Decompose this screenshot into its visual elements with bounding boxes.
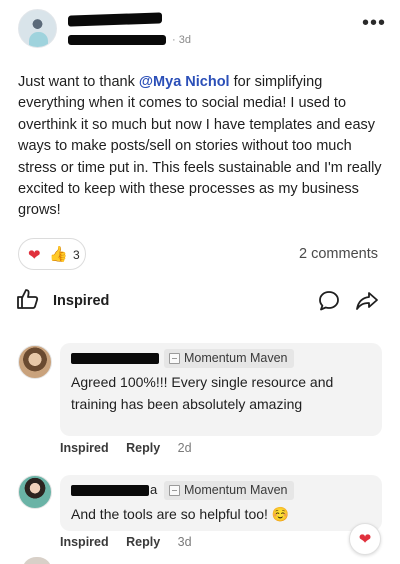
redacted-commenter-name (71, 485, 149, 496)
redacted-author-subtitle (68, 35, 166, 45)
post-body-rest: for simplifying everything when it comes… (18, 74, 382, 219)
comment-icon[interactable] (317, 289, 341, 313)
redacted-author-name (68, 12, 162, 27)
comment-inspired-button[interactable]: Inspired (60, 441, 109, 455)
reaction-count: 3 (73, 248, 80, 262)
comment-actions: Inspired Reply 3d (60, 535, 206, 549)
commenter-avatar[interactable] (18, 475, 52, 509)
comment-reply-button[interactable]: Reply (126, 441, 160, 455)
comments-count-link[interactable]: 2 comments (299, 246, 378, 262)
comment-inspired-button[interactable]: Inspired (60, 535, 109, 549)
more-options-icon[interactable]: ••• (362, 13, 386, 33)
post-action-bar: Inspired (0, 283, 400, 319)
reactions-summary[interactable]: ❤ 👍 3 (18, 238, 86, 270)
commenter-avatar[interactable] (18, 345, 52, 379)
post-body: Just want to thank @Mya Nichol for simpl… (18, 72, 382, 222)
thumbs-up-icon: 👍 (49, 246, 68, 263)
comment-text: And the tools are so helpful too! ☺️ (71, 506, 290, 522)
comment-actions: Inspired Reply 2d (60, 441, 206, 455)
member-badge: Momentum Maven (164, 481, 294, 500)
redacted-commenter-name (71, 353, 159, 364)
comment-text: Agreed 100%!!! Every single resource and… (71, 374, 334, 412)
badge-label: Momentum Maven (184, 351, 288, 365)
post-timestamp: · 3d (172, 34, 191, 46)
post-body-intro: Just want to thank (18, 74, 139, 90)
comment-bubble: a Momentum Maven And the tools are so he… (60, 475, 382, 531)
inspired-button[interactable]: Inspired (53, 293, 109, 309)
badge-icon (169, 485, 180, 496)
comment-bubble: Momentum Maven Agreed 100%!!! Every sing… (60, 343, 382, 436)
member-badge: Momentum Maven (164, 349, 294, 368)
comment-timestamp: 2d (177, 441, 192, 455)
badge-label: Momentum Maven (184, 483, 288, 497)
commenter-name-fragment: a (150, 482, 158, 497)
author-avatar[interactable] (18, 9, 57, 48)
comment-reply-button[interactable]: Reply (126, 535, 160, 549)
heart-icon[interactable]: ❤ (349, 523, 381, 555)
post-header: · 3d ••• (0, 0, 400, 60)
share-icon[interactable] (355, 289, 379, 313)
badge-icon (169, 353, 180, 364)
comment-timestamp: 3d (177, 535, 192, 549)
heart-icon: ❤ (28, 247, 41, 264)
next-commenter-avatar[interactable] (22, 557, 52, 564)
mention-link[interactable]: @Mya Nichol (139, 74, 230, 90)
thumbs-up-outline-icon[interactable] (16, 287, 40, 311)
